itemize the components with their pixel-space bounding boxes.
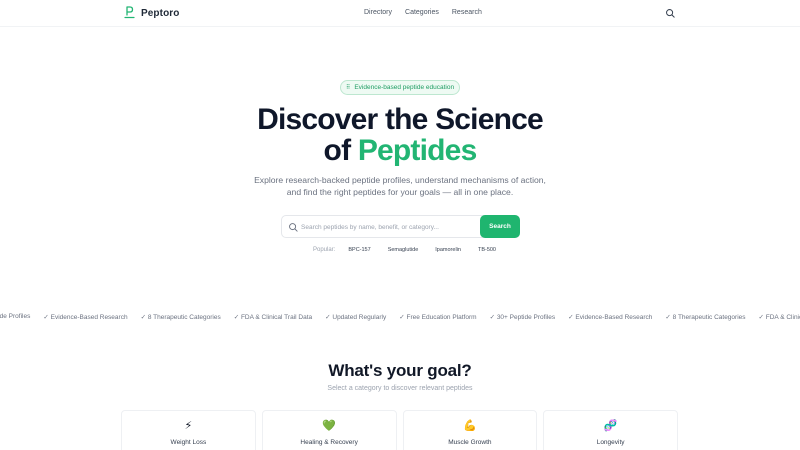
lightning-icon: ⚡ <box>184 420 193 432</box>
hero-subtext-line-1: Explore research-backed peptide profiles… <box>254 175 546 185</box>
dots-icon: ⠿ <box>345 85 351 91</box>
goal-card-longevity[interactable]: 🧬 Longevity <box>543 410 678 450</box>
nav-directory[interactable]: Directory <box>364 9 392 16</box>
green-heart-icon: 💚 <box>322 420 336 432</box>
headline-accent: Peptides <box>357 134 477 167</box>
goals-subtitle: Select a category to discover relevant p… <box>327 385 473 392</box>
marquee-item: ✓ 8 Therapeutic Categories <box>140 314 221 321</box>
popular-chip[interactable]: TB-500 <box>474 246 500 254</box>
nav-categories[interactable]: Categories <box>405 9 439 16</box>
popular-chip[interactable]: Semaglutide <box>384 246 423 254</box>
popular-chip[interactable]: BPC-157 <box>344 246 374 254</box>
marquee-item: 30+ Peptide Profiles <box>0 313 31 320</box>
search-icon[interactable] <box>665 8 676 19</box>
marquee-item: ✓ FDA & Clinical Trail Data <box>233 314 313 321</box>
search-input[interactable] <box>301 217 479 237</box>
site-header: Peptoro Directory Categories Research <box>0 0 800 27</box>
search-icon <box>289 223 298 232</box>
goal-card-weight-loss[interactable]: ⚡ Weight Loss <box>121 410 256 450</box>
logo-icon <box>124 6 135 19</box>
marquee-item: ✓ Evidence-Based Research <box>568 314 653 321</box>
hero-search-box: Search <box>281 215 520 238</box>
marquee-item: ✓ 8 Therapeutic Categories <box>665 314 746 321</box>
marquee-item: ✓ FDA & Clinical Trail Data <box>758 314 800 321</box>
marquee-item: ✓ 30+ Peptide Profiles <box>489 314 556 321</box>
popular-chip[interactable]: Ipamorelin <box>431 246 465 254</box>
goals-title: What's your goal? <box>328 361 472 380</box>
hero-badge-text: Evidence-based peptide education <box>354 84 455 91</box>
headline-line-1: Discover the Science <box>257 103 544 136</box>
feature-marquee: 30+ Peptide Profiles ✓ Evidence-Based Re… <box>0 311 800 325</box>
flexed-biceps-icon: 💪 <box>463 420 477 432</box>
search-button[interactable]: Search <box>480 215 520 238</box>
marquee-item: ✓ Free Education Platform <box>399 314 477 321</box>
goal-card-healing-recovery[interactable]: 💚 Healing & Recovery <box>261 410 397 450</box>
popular-label: Popular: <box>313 246 336 253</box>
goal-card-label: Weight Loss <box>170 439 207 446</box>
dna-icon: 🧬 <box>603 420 618 432</box>
popular-searches: Popular: BPC-157 Semaglutide Ipamorelin … <box>313 245 509 254</box>
goal-cards: ⚡ Weight Loss 💚 Healing & Recovery 💪 Mus… <box>121 410 678 450</box>
hero-subtext-line-2: and find the right peptides for your goa… <box>286 187 514 197</box>
goal-card-label: Healing & Recovery <box>300 439 358 446</box>
goal-card-muscle-growth[interactable]: 💪 Muscle Growth <box>402 410 538 450</box>
headline-prefix: of <box>323 134 358 167</box>
hero-badge: ⠿ Evidence-based peptide education <box>340 80 460 95</box>
marquee-item: ✓ Updated Regularly <box>325 314 387 321</box>
marquee-item: ✓ Evidence-Based Research <box>43 314 128 321</box>
brand-name: Peptoro <box>141 7 180 19</box>
headline-line-2: of Peptides <box>0 135 800 167</box>
nav-research[interactable]: Research <box>452 9 482 16</box>
goal-card-label: Longevity <box>596 439 625 446</box>
main-nav: Directory Categories Research <box>364 9 482 16</box>
brand[interactable]: Peptoro <box>124 6 179 20</box>
marquee-track: 30+ Peptide Profiles ✓ Evidence-Based Re… <box>0 313 800 321</box>
goal-card-label: Muscle Growth <box>448 439 492 446</box>
